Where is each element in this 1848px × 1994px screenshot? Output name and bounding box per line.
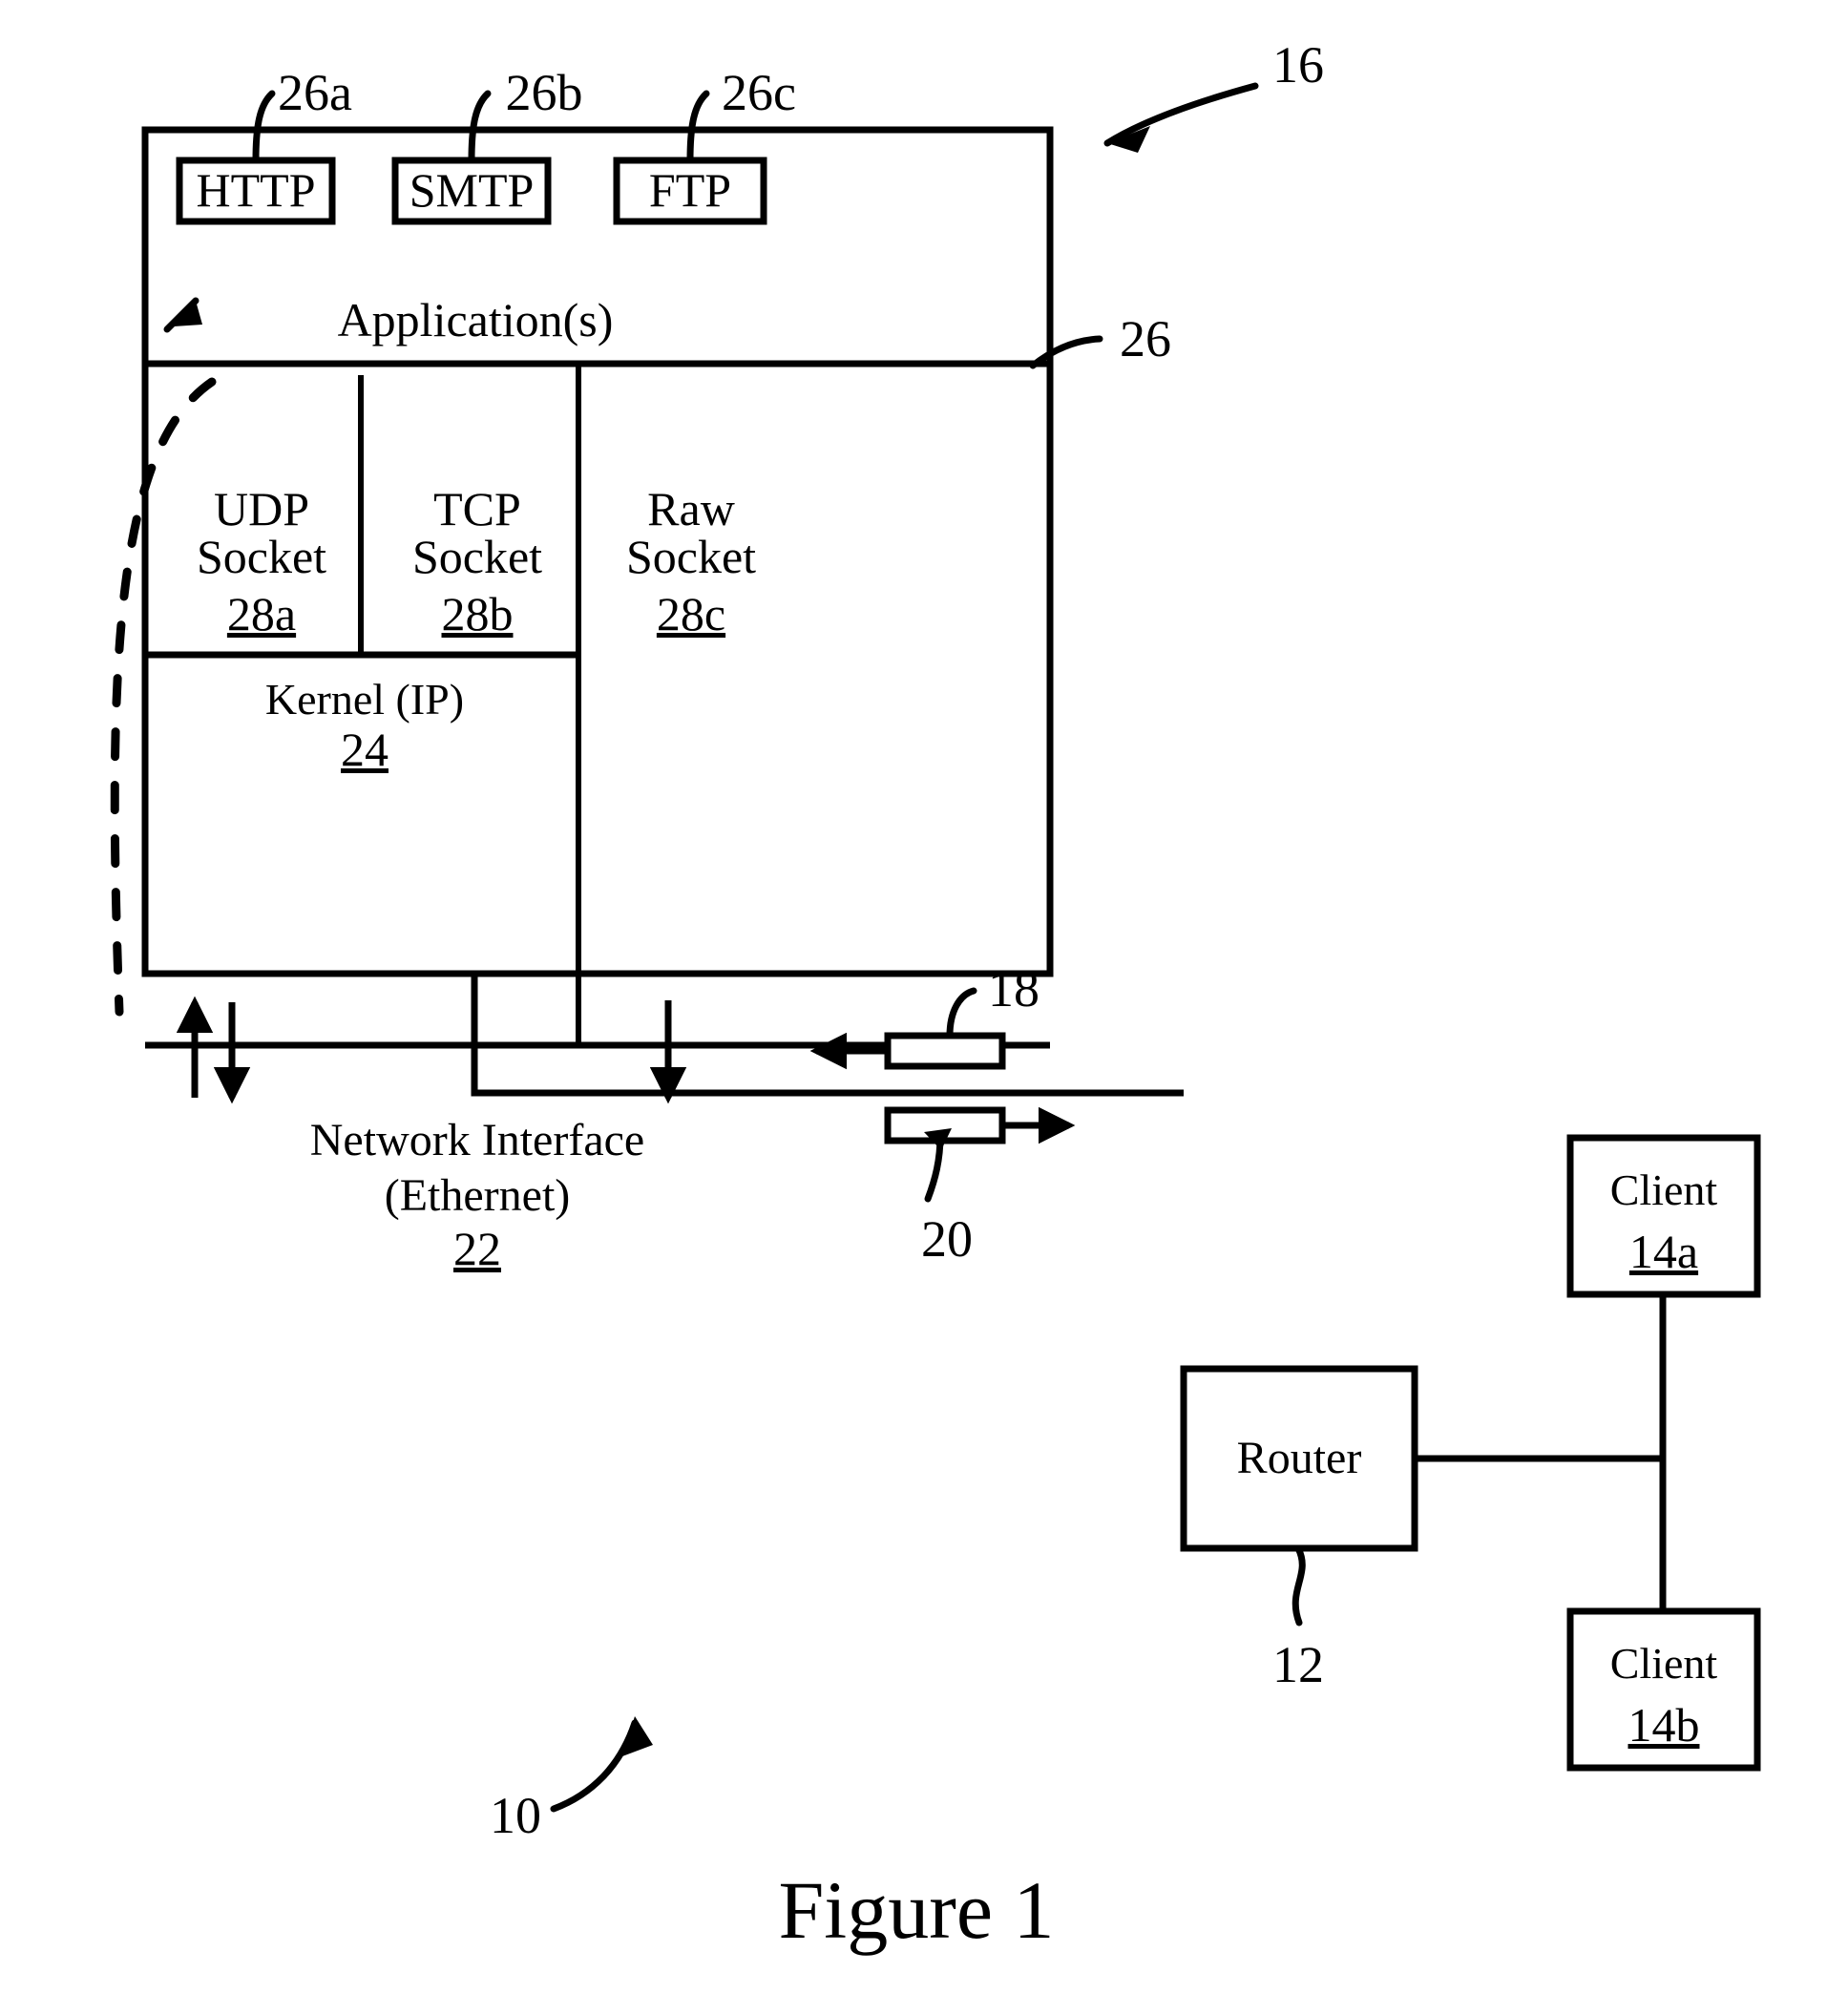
network-interface-label-line1: Network Interface: [310, 1115, 644, 1165]
ref-callout-10: 10: [490, 1787, 541, 1844]
network-interface-label-line2: (Ethernet): [385, 1170, 571, 1221]
socket-label-udp-line1: UDP: [214, 482, 309, 535]
ref-callout-16: 16: [1272, 36, 1324, 94]
socket-label-tcp-line1: TCP: [433, 482, 521, 535]
ref-number-14b: 14b: [1628, 1698, 1700, 1752]
ref-callout-26: 26: [1120, 310, 1171, 367]
dashed-flow-arc: [110, 377, 217, 1017]
ref-callout-12: 12: [1272, 1636, 1324, 1693]
socket-label-udp-line2: Socket: [197, 530, 326, 583]
client-label-14b: Client: [1610, 1639, 1718, 1688]
ref-callout-18: 18: [988, 960, 1040, 1018]
leader-line-26: [1029, 335, 1103, 369]
ref-number-28c: 28c: [657, 587, 725, 640]
ref-callout-26a: 26a: [278, 64, 352, 121]
ref-callout-26b: 26b: [506, 64, 583, 121]
patent-figure: HTTP SMTP FTP 26a 26b 26c Application(s)…: [0, 0, 1848, 1994]
ref-callout-20: 20: [921, 1210, 973, 1268]
application-layer-label: Application(s): [338, 293, 614, 346]
leader-line-18: [946, 987, 977, 1039]
client-label-14a: Client: [1610, 1165, 1718, 1214]
ref-number-28b: 28b: [442, 587, 514, 640]
ref-callout-26c: 26c: [722, 64, 796, 121]
protocol-label-http: HTTP: [197, 163, 316, 217]
protocol-label-smtp: SMTP: [410, 163, 535, 217]
socket-label-raw-line2: Socket: [626, 530, 756, 583]
ref-number-24: 24: [341, 723, 388, 776]
router-label: Router: [1237, 1433, 1362, 1483]
figure-caption: Figure 1: [778, 1864, 1054, 1956]
leader-line-10: [550, 1719, 639, 1813]
kernel-label: Kernel (IP): [265, 675, 464, 724]
ref-number-14a: 14a: [1629, 1225, 1698, 1278]
ref-number-28a: 28a: [227, 587, 296, 640]
protocol-label-ftp: FTP: [649, 163, 731, 217]
socket-label-raw-line1: Raw: [647, 482, 735, 535]
leader-line-12: [1292, 1544, 1306, 1627]
packet-box-18: [884, 1032, 1006, 1070]
figure-canvas: HTTP SMTP FTP 26a 26b 26c Application(s)…: [110, 36, 1761, 1956]
ref-number-22: 22: [453, 1222, 501, 1275]
socket-label-tcp-line2: Socket: [412, 530, 542, 583]
